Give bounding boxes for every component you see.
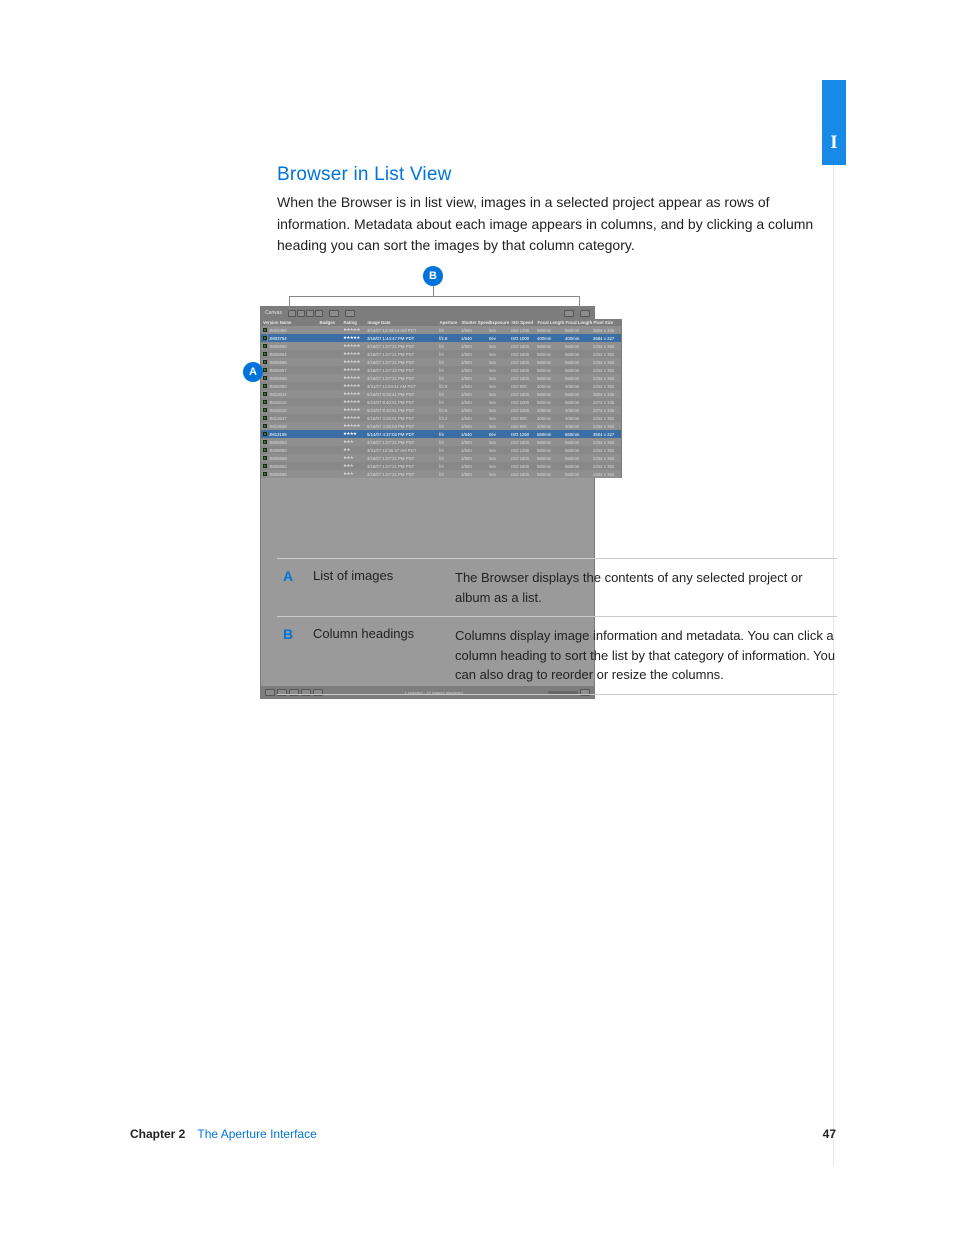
legend-description: Columns display image information and me… (455, 626, 837, 685)
intro-paragraph: When the Browser is in list view, images… (277, 192, 837, 257)
footer-button[interactable] (265, 689, 275, 696)
table-row[interactable]: JM05694★★★★★3/18/07 1:57:21 PM PDTf/41/5… (261, 350, 621, 358)
table-row[interactable]: JM05698★★★★★3/18/07 1:57:21 PM PDTf/41/5… (261, 374, 621, 382)
legend-key: B (277, 626, 313, 685)
column-header[interactable]: Aperture (437, 319, 459, 326)
table-row[interactable]: JM03498★★★★★3/14/07 12:43:14 AM PDTf/41/… (261, 326, 621, 334)
table-row[interactable]: JM05692★★★3/18/07 1:57:21 PM PDTf/41/500… (261, 462, 621, 470)
page-number: 47 (823, 1127, 836, 1141)
legend-title: List of images (313, 568, 455, 607)
chapter-tab: I (822, 80, 846, 165)
table-row[interactable]: JM05690★★★★★3/18/07 1:57:21 PM PDTf/41/5… (261, 342, 621, 350)
browser-list-table[interactable]: Version NameBadgesRatingImage DateApertu… (261, 319, 622, 478)
column-header[interactable]: Exposure (487, 319, 509, 326)
toolbar-button[interactable] (329, 310, 339, 317)
legend-row: B Column headings Columns display image … (277, 617, 837, 695)
leader-line (579, 296, 580, 312)
callout-legend-table: A List of images The Browser displays th… (277, 558, 837, 695)
table-row[interactable]: JM13639★★★★★5/16/07 4:25:03 PM PDTf/41/6… (261, 422, 621, 430)
toolbar-button[interactable] (564, 310, 574, 317)
callout-b-badge: B (423, 266, 443, 286)
column-header[interactable]: Image Date (365, 319, 437, 326)
column-header[interactable]: Badges (317, 319, 341, 326)
table-row[interactable]: JM03754★★★★★3/18/07 1:44:47 PM PDTf/2.81… (261, 334, 621, 342)
table-row[interactable]: JM05693★★★3/18/07 1:57:21 PM PDTf/41/500… (261, 438, 621, 446)
leader-line (289, 296, 290, 312)
leader-line (267, 324, 268, 421)
legend-description: The Browser displays the contents of any… (455, 568, 837, 607)
table-row[interactable]: JM05696★★★★★3/18/07 1:57:21 PM PDTf/41/5… (261, 358, 621, 366)
table-row[interactable]: JM05689★★★3/18/07 1:57:21 PM PDTf/41/500… (261, 454, 621, 462)
chapter-number: Chapter 2 (130, 1127, 185, 1141)
toolbar-label: Canvas (265, 310, 282, 316)
column-header[interactable]: Shutter Speed (459, 319, 487, 326)
chapter-title: The Aperture Interface (197, 1127, 316, 1141)
chapter-tab-label: I (821, 132, 847, 154)
leader-line (267, 324, 273, 325)
callout-a-badge: A (243, 362, 263, 382)
section-heading: Browser in List View (277, 164, 837, 186)
browser-toolbar: Canvas (261, 307, 594, 319)
table-row[interactable]: JM09080★★3/31/07 10:55:37 AM PDTf/41/640… (261, 446, 621, 454)
table-row[interactable]: JM13168★★★★5/14/07 4:37:03 PM PDTf/41/64… (261, 430, 621, 438)
column-header[interactable]: Focal Length (535, 319, 563, 326)
legend-row: A List of images The Browser displays th… (277, 559, 837, 617)
legend-key: A (277, 568, 313, 607)
page-footer: Chapter 2 The Aperture Interface 47 (130, 1127, 836, 1141)
toolbar-button[interactable] (580, 310, 590, 317)
leader-line (289, 296, 579, 297)
column-header[interactable]: Focal Length (563, 319, 591, 326)
column-header[interactable]: Pixel Size (591, 319, 621, 326)
leader-line (267, 421, 273, 422)
table-row[interactable]: JM09380★★★★★3/31/07 11:04:41 AM PDTf/2.8… (261, 382, 621, 390)
table-row[interactable]: JM13614★★★★★5/16/07 8:35:41 PM PDTf/41/6… (261, 390, 621, 398)
table-row[interactable]: JM13637★★★★★5/16/07 4:25:01 PM PDTf/3.21… (261, 414, 621, 422)
column-header[interactable]: Rating (341, 319, 365, 326)
legend-title: Column headings (313, 626, 455, 685)
table-row[interactable]: JM05695★★★3/18/07 1:57:21 PM PDTf/41/500… (261, 470, 621, 478)
toolbar-button[interactable] (345, 310, 355, 317)
column-header[interactable]: ISO Speed (509, 319, 535, 326)
leader-line (433, 286, 434, 296)
table-row[interactable]: JM15015★★★★★5/23/07 9:40:51 PM PDTf/41/6… (261, 398, 621, 406)
table-row[interactable]: JM05697★★★★★3/18/07 1:57:23 PM PDTf/41/5… (261, 366, 621, 374)
column-header-row[interactable]: Version NameBadgesRatingImage DateApertu… (261, 319, 621, 326)
table-row[interactable]: JM15016★★★★★5/23/07 9:40:51 PM PDTf/2.81… (261, 406, 621, 414)
view-mode-buttons[interactable] (288, 310, 323, 317)
